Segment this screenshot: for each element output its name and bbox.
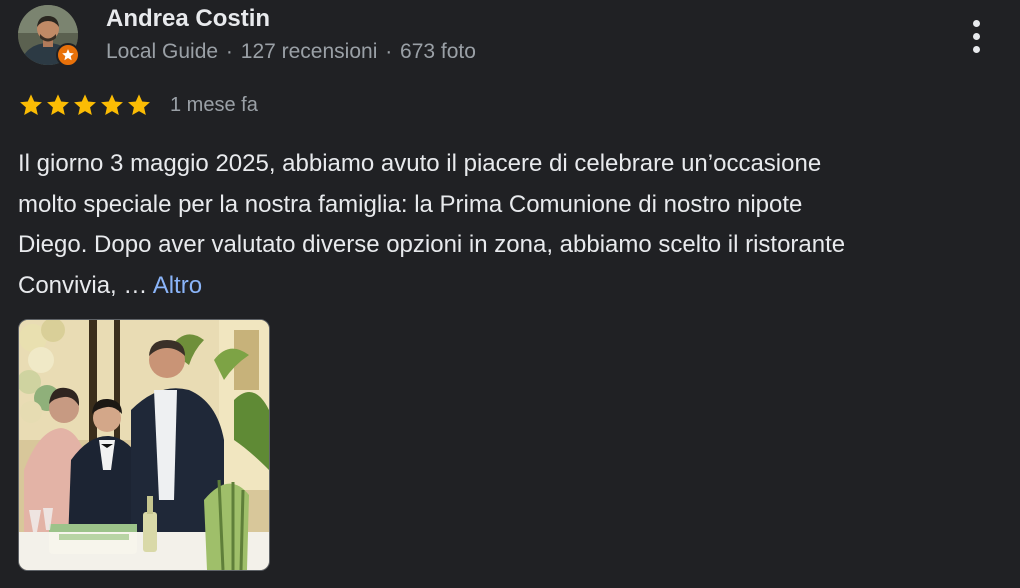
author-review-count: 127 recensioni [240,40,378,63]
meta-separator: · [385,40,393,63]
menu-dot [972,19,980,27]
review-text-line: Il giorno 3 maggio 2025, abbiamo avuto i… [18,150,822,177]
star-icon [101,94,123,116]
review-date: 1 mese fa [170,93,258,116]
review-text-last-line: Convivia, … Altro [18,266,1008,307]
star-icon [47,94,69,116]
star-rating [18,92,152,118]
review-text-line: Diego. Dopo aver valutato diverse opzion… [18,231,846,258]
rating-row: 1 mese fa [18,92,258,118]
review-text: Il giorno 3 maggio 2025, abbiamo avuto i… [18,144,1008,306]
author-photo-count: 673 foto [400,40,476,63]
star-icon [128,94,150,116]
more-vert-icon[interactable] [958,14,994,58]
author-name[interactable]: Andrea Costin [106,5,270,33]
menu-dot [972,45,980,53]
author-meta: Local Guide · 127 recensioni · 673 foto [106,40,476,64]
review-photo[interactable] [18,319,270,571]
review-card: Andrea Costin Local Guide · 127 recensio… [0,0,1020,588]
menu-dot [972,32,980,40]
review-text-line: Convivia, … [18,271,148,299]
local-guide-star-icon [56,43,80,67]
author-level: Local Guide [106,40,219,63]
author-avatar-wrap[interactable] [18,5,82,69]
review-text-line: molto speciale per la nostra famiglia: l… [18,190,803,218]
meta-separator: · [225,40,233,63]
star-icon [74,94,96,116]
star-icon [20,94,42,116]
more-link[interactable]: Altro [153,272,202,299]
